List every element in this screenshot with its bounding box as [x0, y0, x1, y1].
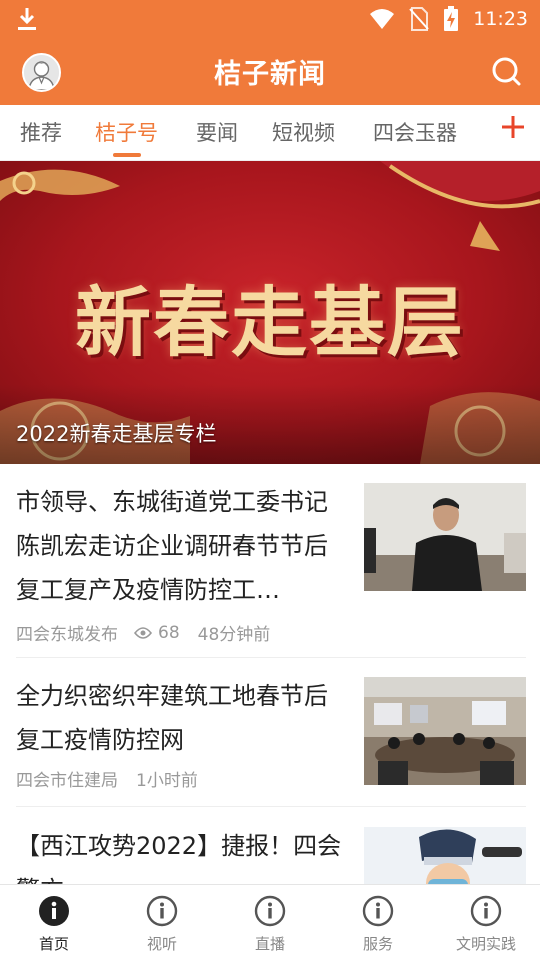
divider — [16, 657, 526, 658]
news-item-3[interactable]: 【西江攻势2022】捷报！四会警方... — [16, 824, 526, 884]
nav-home[interactable]: 首页 — [4, 895, 104, 954]
news-time: 48分钟前 — [197, 625, 271, 645]
tab-juzihao[interactable]: 桔子号 — [95, 117, 158, 157]
news-item-2[interactable]: 全力织密织牢建筑工地春节后复工疫情防控网 四会市住建局 1小时前 — [16, 674, 526, 791]
nav-label: 直播 — [254, 935, 285, 953]
tab-short-video[interactable]: 短视频 — [272, 117, 335, 147]
no-sim-icon — [409, 7, 429, 31]
search-icon[interactable] — [490, 55, 522, 87]
info-icon — [470, 895, 502, 927]
tab-sihui-jade[interactable]: 四会玉器 — [373, 117, 457, 147]
nav-label: 文明实践 — [455, 935, 516, 953]
nav-services[interactable]: 服务 — [328, 895, 428, 954]
tab-recommend[interactable]: 推荐 — [20, 117, 62, 147]
bottom-navigation: 首页 视听 直播 服务 文明实践 — [0, 884, 540, 960]
nav-label: 视听 — [146, 935, 177, 953]
news-views: 68 — [158, 622, 180, 643]
news-item-1[interactable]: 市领导、东城街道党工委书记陈凯宏走访企业调研春节节后复工复产及疫情防控工… 四会… — [16, 480, 526, 645]
divider — [16, 806, 526, 807]
news-headline: 市领导、东城街道党工委书记陈凯宏走访企业调研春节节后复工复产及疫情防控工… — [16, 488, 328, 604]
eye-icon — [134, 626, 152, 639]
news-meta: 四会东城发布 68 48分钟前 — [16, 620, 526, 646]
wifi-icon — [370, 9, 395, 29]
nav-live[interactable]: 直播 — [220, 895, 320, 954]
info-icon — [39, 896, 69, 926]
news-source: 四会东城发布 — [16, 625, 118, 645]
battery-charging-icon — [444, 6, 459, 31]
news-thumbnail — [364, 483, 526, 591]
news-time: 1小时前 — [136, 771, 198, 791]
info-icon — [362, 895, 394, 927]
channel-tabs: 推荐 桔子号 要闻 短视频 四会玉器 — [0, 105, 540, 161]
info-icon — [254, 895, 286, 927]
banner-title-art: 新春走基层 — [75, 278, 465, 367]
status-time: 11:23 — [473, 8, 528, 30]
download-icon — [18, 8, 36, 30]
banner-caption: 2022新春走基层专栏 — [16, 422, 217, 446]
plus-icon[interactable] — [500, 114, 526, 140]
nav-label: 服务 — [362, 935, 393, 953]
app-header: 桔子新闻 — [0, 38, 540, 105]
news-headline: 全力织密织牢建筑工地春节后复工疫情防控网 — [16, 682, 328, 754]
nav-audio-video[interactable]: 视听 — [112, 895, 212, 954]
news-headline: 【西江攻势2022】捷报！四会警方... — [16, 832, 342, 884]
news-source: 四会市住建局 — [16, 771, 118, 791]
tab-headlines[interactable]: 要闻 — [196, 117, 238, 147]
status-bar: 11:23 — [0, 0, 540, 38]
nav-civilization-practice[interactable]: 文明实践 — [436, 895, 536, 954]
news-thumbnail — [364, 677, 526, 785]
app-title: 桔子新闻 — [214, 59, 326, 90]
nav-label: 首页 — [38, 935, 69, 953]
news-thumbnail — [364, 827, 526, 884]
featured-banner[interactable]: 新春走基层 2022新春走基层专栏 — [0, 161, 540, 464]
info-icon — [146, 895, 178, 927]
